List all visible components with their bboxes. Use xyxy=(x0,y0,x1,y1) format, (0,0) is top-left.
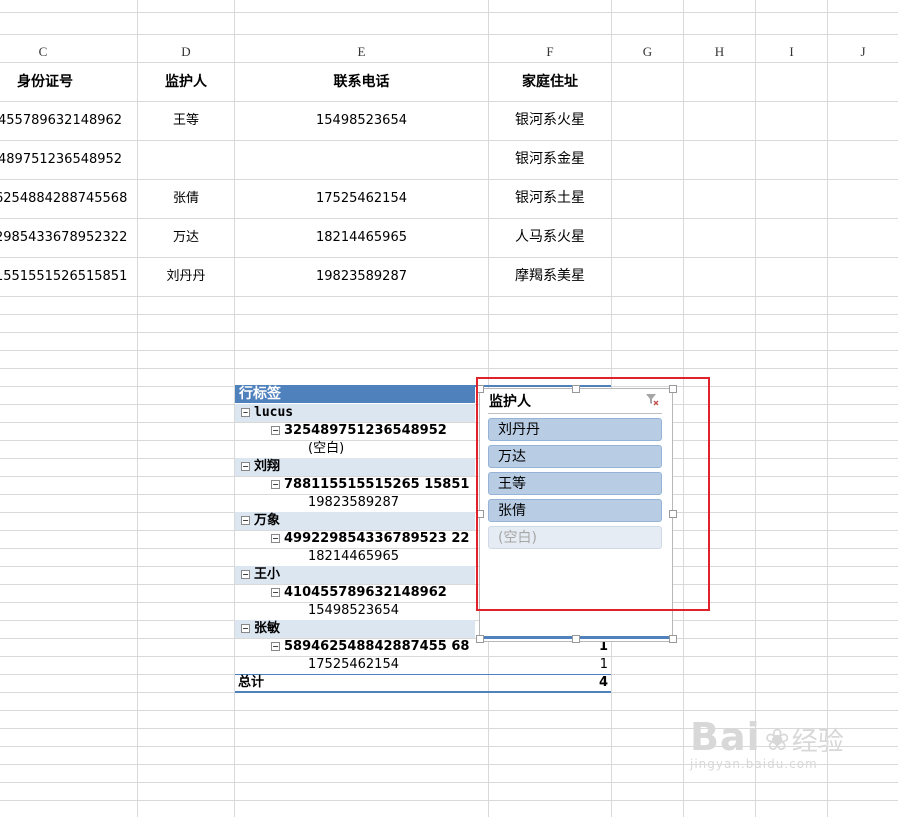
pivot-subgroup[interactable]: −499229854336789523 22 xyxy=(271,530,469,548)
collapse-icon[interactable]: − xyxy=(271,426,280,435)
cell-id[interactable]: 455789632148962 xyxy=(0,101,137,140)
pivot-total-value[interactable]: 4 xyxy=(560,674,608,692)
cell-phone[interactable]: 19823589287 xyxy=(235,257,488,296)
cell-address[interactable]: 摩羯系美星 xyxy=(489,257,611,296)
column-header-d[interactable]: D xyxy=(138,42,234,62)
collapse-icon[interactable]: − xyxy=(271,642,280,651)
header-id[interactable]: 身份证号 xyxy=(0,63,90,101)
pivot-group[interactable]: − lucus xyxy=(241,404,293,422)
pivot-subgroup[interactable]: −325489751236548952 xyxy=(271,422,447,440)
resize-handle[interactable] xyxy=(572,635,580,643)
column-header-h[interactable]: H xyxy=(684,42,755,62)
pivot-total-label[interactable]: 总计 xyxy=(238,674,264,692)
baidu-watermark: Bai ❀经验 jingyan.baidu.com xyxy=(690,715,844,771)
collapse-icon[interactable]: − xyxy=(241,570,250,579)
pivot-id: 788115515515265 15851 xyxy=(284,477,470,492)
pivot-id: 589462548842887455 68 xyxy=(284,639,470,654)
collapse-icon[interactable]: − xyxy=(241,624,250,633)
cell-address[interactable]: 银河系火星 xyxy=(489,101,611,140)
pivot-group[interactable]: − 刘翔 xyxy=(241,458,280,476)
cell-phone[interactable]: 17525462154 xyxy=(235,179,488,218)
resize-handle[interactable] xyxy=(476,635,484,643)
pivot-total-divider xyxy=(235,674,611,675)
cell-guardian[interactable]: 万达 xyxy=(138,218,234,257)
cell-phone[interactable]: 18214465965 xyxy=(235,218,488,257)
column-header-i[interactable]: I xyxy=(756,42,827,62)
highlight-box xyxy=(476,377,710,611)
pivot-group-name: 万象 xyxy=(254,513,281,528)
pivot-group-name: 刘翔 xyxy=(254,459,281,474)
pivot-id: 499229854336789523 22 xyxy=(284,531,470,546)
pivot-phone[interactable]: 18214465965 xyxy=(308,548,399,566)
resize-handle[interactable] xyxy=(669,635,677,643)
watermark-brand: Bai xyxy=(690,715,761,759)
watermark-url: jingyan.baidu.com xyxy=(690,757,818,771)
cell-address[interactable]: 银河系金星 xyxy=(489,140,611,179)
pivot-subgroup[interactable]: −589462548842887455 68 xyxy=(271,638,469,656)
pivot-group-name: 张敏 xyxy=(254,621,281,636)
collapse-icon[interactable]: − xyxy=(271,534,280,543)
pivot-subgroup[interactable]: −410455789632148962 xyxy=(271,584,447,602)
pivot-phone[interactable]: 15498523654 xyxy=(308,602,399,620)
pivot-id: 410455789632148962 xyxy=(284,585,447,600)
column-header-f[interactable]: F xyxy=(489,42,611,62)
cell-phone[interactable] xyxy=(235,140,488,179)
cell-address[interactable]: 人马系火星 xyxy=(489,218,611,257)
cell-guardian[interactable]: 刘丹丹 xyxy=(138,257,234,296)
column-header-c[interactable]: C xyxy=(0,42,86,62)
column-header-j[interactable]: J xyxy=(828,42,898,62)
cell-address[interactable]: 银河系土星 xyxy=(489,179,611,218)
pivot-group[interactable]: − 王小 xyxy=(241,566,280,584)
header-guardian[interactable]: 监护人 xyxy=(138,63,234,101)
pivot-group[interactable]: − 张敏 xyxy=(241,620,280,638)
cell-guardian[interactable]: 王等 xyxy=(138,101,234,140)
pivot-row-label[interactable]: 行标签 xyxy=(239,385,281,403)
collapse-icon[interactable]: − xyxy=(241,516,250,525)
paw-icon: ❀ xyxy=(764,723,790,758)
cell-id[interactable]: 6254884288745568 xyxy=(0,179,137,218)
cell-id[interactable]: 489751236548952 xyxy=(0,140,137,179)
column-header-e[interactable]: E xyxy=(235,42,488,62)
watermark-brand2: 经验 xyxy=(791,727,844,757)
cell-id[interactable]: 1551551526515851 xyxy=(0,257,137,296)
collapse-icon[interactable]: − xyxy=(271,480,280,489)
column-header-g[interactable]: G xyxy=(612,42,683,62)
cell-phone[interactable]: 15498523654 xyxy=(235,101,488,140)
pivot-group-name: lucus xyxy=(254,405,294,420)
pivot-group[interactable]: − 万象 xyxy=(241,512,280,530)
collapse-icon[interactable]: − xyxy=(271,588,280,597)
pivot-phone[interactable]: (空白) xyxy=(308,440,344,458)
collapse-icon[interactable]: − xyxy=(241,462,250,471)
pivot-count[interactable]: 1 xyxy=(560,656,608,674)
header-phone[interactable]: 联系电话 xyxy=(235,63,488,101)
pivot-total-underline xyxy=(235,691,611,693)
pivot-phone[interactable]: 19823589287 xyxy=(308,494,399,512)
pivot-group-name: 王小 xyxy=(254,567,281,582)
cell-guardian[interactable] xyxy=(138,140,234,179)
header-address[interactable]: 家庭住址 xyxy=(489,63,611,101)
collapse-icon[interactable]: − xyxy=(241,408,250,417)
pivot-subgroup[interactable]: −788115515515265 15851 xyxy=(271,476,469,494)
pivot-id: 325489751236548952 xyxy=(284,423,447,438)
cell-guardian[interactable]: 张倩 xyxy=(138,179,234,218)
cell-id[interactable]: 2985433678952322 xyxy=(0,218,137,257)
pivot-phone[interactable]: 17525462154 xyxy=(308,656,399,674)
